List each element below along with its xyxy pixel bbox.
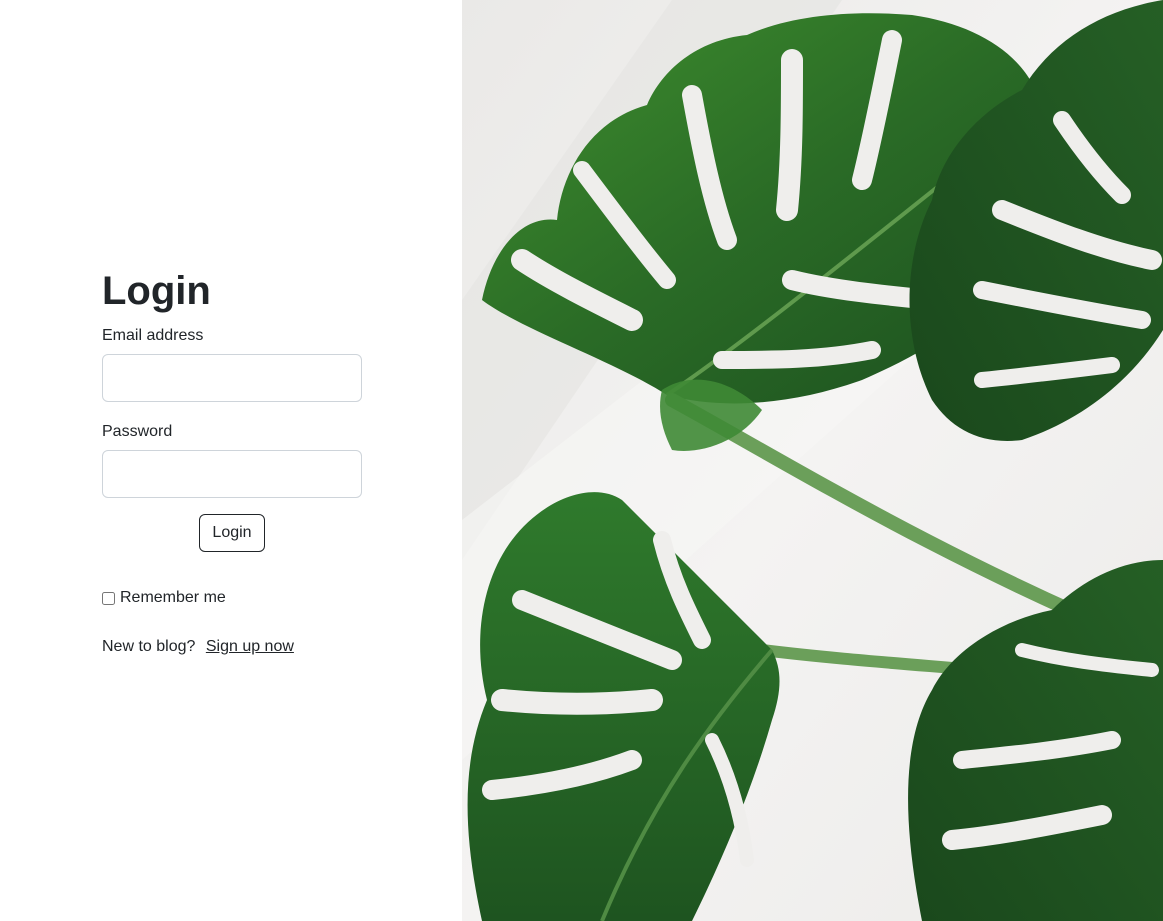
remember-me-label: Remember me xyxy=(120,589,226,606)
signup-prompt-text: New to blog? xyxy=(102,638,196,655)
email-label: Email address xyxy=(102,327,204,344)
submit-row: Login xyxy=(102,514,362,552)
login-page: Login Email address Password Login Remem… xyxy=(0,0,1163,921)
remember-me: Remember me xyxy=(102,588,362,608)
password-label: Password xyxy=(102,423,173,440)
password-field[interactable] xyxy=(102,450,362,498)
monstera-leaves-image xyxy=(462,0,1163,921)
remember-me-checkbox[interactable] xyxy=(102,591,115,605)
login-panel: Login Email address Password Login Remem… xyxy=(0,0,462,921)
login-form: Login Email address Password Login Remem… xyxy=(102,266,362,657)
signup-prompt: New to blog? Sign up now xyxy=(102,637,362,657)
email-field[interactable] xyxy=(102,354,362,402)
page-title: Login xyxy=(102,269,211,313)
signup-link[interactable]: Sign up now xyxy=(206,638,294,655)
hero-image xyxy=(462,0,1163,921)
login-button[interactable]: Login xyxy=(199,514,265,552)
